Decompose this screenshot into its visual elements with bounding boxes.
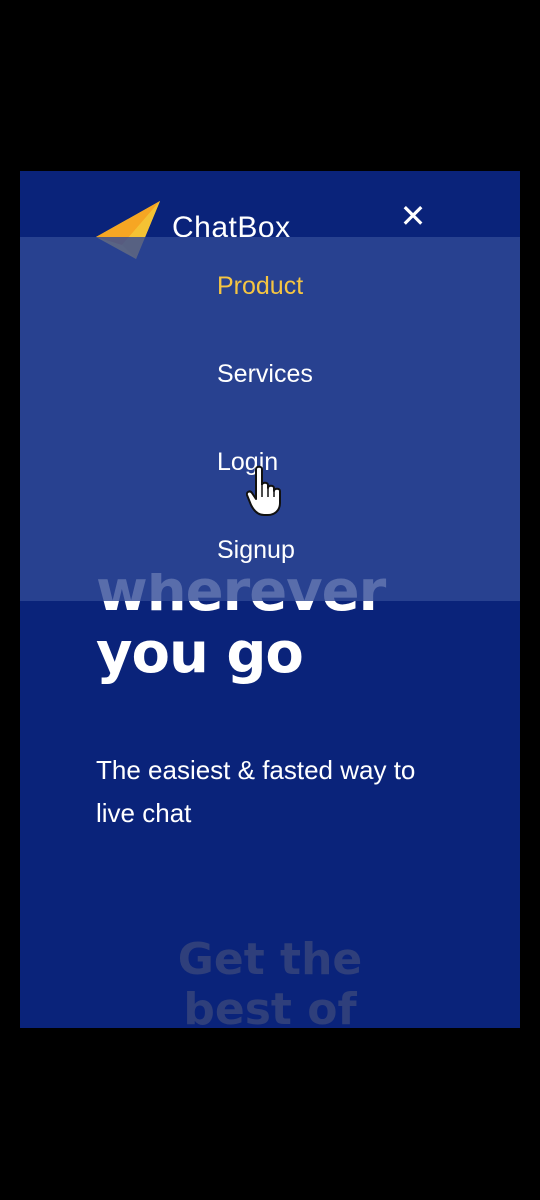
menu-item-signup[interactable]: Signup <box>217 536 295 565</box>
hero-title-line-2: you go <box>96 621 304 686</box>
close-menu-button[interactable]: ✕ <box>398 200 428 232</box>
promo-heading: Get the best of <box>20 934 520 1029</box>
promo-heading-line-2: best of <box>183 984 357 1029</box>
hero-subtitle: The easiest & fasted way to live chat <box>96 755 416 828</box>
mobile-nav-menu: Product Services Login Signup <box>20 237 520 601</box>
page-viewport: ChatBox ✕ wherever you go The easiest & … <box>20 171 520 1028</box>
hand-pointer-icon <box>246 465 281 516</box>
menu-item-services[interactable]: Services <box>217 360 313 389</box>
promo-heading-line-1: Get the <box>177 934 363 985</box>
site-header: ChatBox ✕ <box>20 171 520 259</box>
menu-item-product[interactable]: Product <box>217 272 303 301</box>
